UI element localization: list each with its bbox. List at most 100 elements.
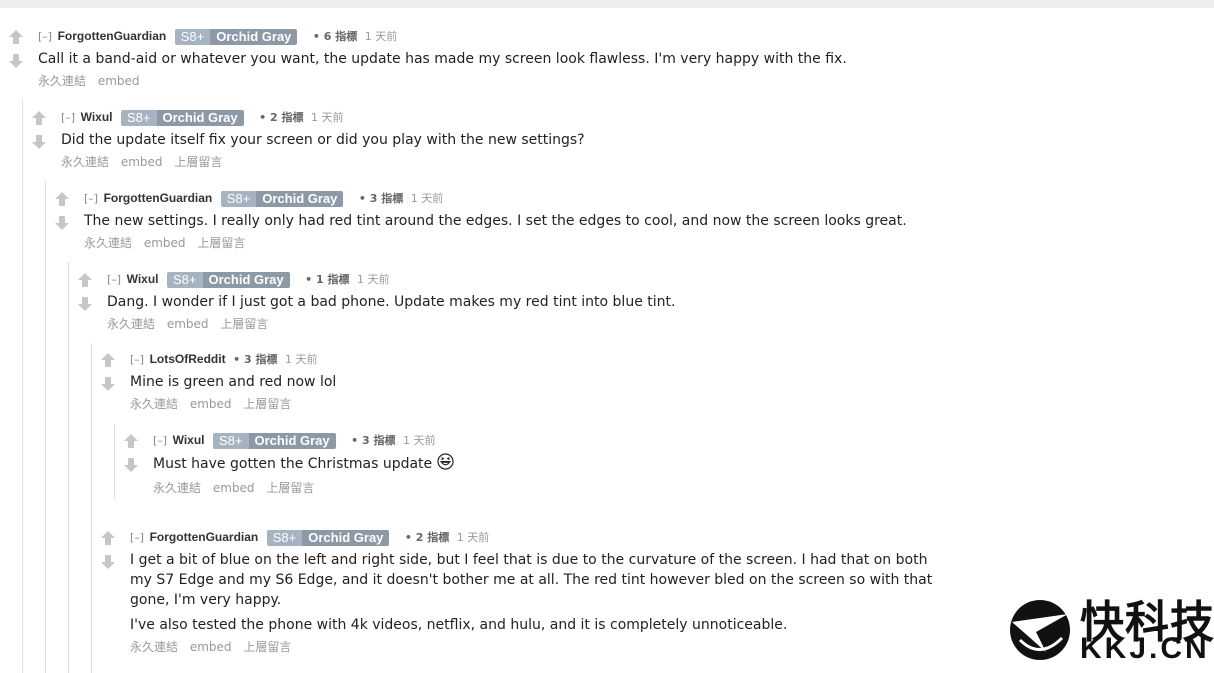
comment-text: I get a bit of blue on the left and righ… (130, 552, 933, 608)
comment-score: • 6 指標 (313, 30, 357, 43)
flair-color: Orchid Gray (248, 433, 336, 449)
permalink-link[interactable]: 永久連結 (130, 397, 178, 411)
downvote-arrow-icon[interactable] (31, 134, 47, 150)
thread-line (45, 181, 46, 673)
comment-body: The new settings. I really only had red … (84, 211, 944, 231)
comment-author[interactable]: LotsOfReddit (150, 352, 226, 366)
parent-link[interactable]: 上層留言 (266, 481, 314, 495)
user-flair: S8+ Orchid Gray (167, 272, 290, 288)
comment-actions: 永久連結 embed 上層留言 (130, 639, 952, 655)
score-unit: 指標 (427, 531, 450, 544)
user-flair: S8+ Orchid Gray (213, 433, 336, 449)
user-flair: S8+ Orchid Gray (121, 110, 244, 126)
flair-model: S8+ (213, 433, 249, 449)
comment-text: Call it a band-aid or whatever you want,… (38, 51, 847, 67)
comment-actions: 永久連結 embed 上層留言 (153, 480, 933, 496)
score-value: • 2 (404, 531, 424, 544)
collapse-toggle[interactable]: [–] (84, 192, 98, 205)
comment-author[interactable]: ForgottenGuardian (104, 191, 213, 205)
comment-score: • 1 指標 (305, 273, 349, 286)
score-unit: 指標 (255, 353, 278, 366)
user-flair: S8+ Orchid Gray (266, 530, 390, 546)
collapse-toggle[interactable]: [–] (130, 531, 144, 544)
embed-link[interactable]: embed (144, 236, 186, 250)
parent-link[interactable]: 上層留言 (243, 640, 291, 654)
downvote-arrow-icon[interactable] (8, 53, 24, 69)
comment-author[interactable]: ForgottenGuardian (58, 29, 167, 43)
score-unit: 指標 (281, 111, 304, 124)
parent-link[interactable]: 上層留言 (197, 236, 245, 250)
collapse-toggle[interactable]: [–] (153, 434, 167, 447)
embed-link[interactable]: embed (98, 74, 140, 88)
flair-model: S8+ (167, 272, 203, 288)
upvote-arrow-icon[interactable] (100, 352, 116, 368)
user-flair: S8+ Orchid Gray (174, 29, 298, 45)
comment-author[interactable]: Wixul (127, 272, 159, 286)
comment-tagline: [–] Wixul S8+ Orchid Gray • 2 指標 1 天前 (61, 108, 901, 126)
flair-color: Orchid Gray (202, 272, 290, 288)
embed-link[interactable]: embed (190, 640, 232, 654)
collapse-toggle[interactable]: [–] (61, 111, 75, 124)
comment-tagline: [–] ForgottenGuardian S8+ Orchid Gray • 3… (84, 189, 944, 207)
comment-text: Did the update itself fix your screen or… (61, 132, 585, 148)
upvote-arrow-icon[interactable] (31, 110, 47, 126)
thread-line (68, 262, 69, 673)
comment-body: I get a bit of blue on the left and righ… (130, 550, 952, 635)
comment-text: Mine is green and red now lol (130, 374, 337, 390)
comment-score: • 3 指標 (351, 434, 395, 447)
collapse-toggle[interactable]: [–] (130, 353, 144, 366)
comment-author[interactable]: Wixul (81, 110, 113, 124)
parent-link[interactable]: 上層留言 (243, 397, 291, 411)
flair-color: Orchid Gray (156, 110, 244, 126)
permalink-link[interactable]: 永久連結 (107, 317, 155, 331)
comment-text: Must have gotten the Christmas update (153, 453, 933, 476)
comment-author[interactable]: Wixul (173, 433, 205, 447)
comment-author[interactable]: ForgottenGuardian (150, 530, 259, 544)
thread-line (22, 100, 23, 673)
comment-actions: 永久連結 embed (38, 73, 898, 89)
score-unit: 指標 (381, 192, 404, 205)
downvote-arrow-icon[interactable] (54, 215, 70, 231)
downvote-arrow-icon[interactable] (100, 554, 116, 570)
comment-time: 1 天前 (403, 434, 436, 447)
embed-link[interactable]: embed (190, 397, 232, 411)
embed-link[interactable]: embed (213, 481, 255, 495)
upvote-arrow-icon[interactable] (100, 530, 116, 546)
kkj-swallow-logo-icon (1006, 596, 1074, 668)
embed-link[interactable]: embed (121, 155, 163, 169)
score-value: • 3 (351, 434, 370, 447)
comment-time: 1 天前 (364, 30, 398, 43)
downvote-arrow-icon[interactable] (77, 296, 93, 312)
permalink-link[interactable]: 永久連結 (38, 74, 86, 88)
score-value: • 1 (305, 273, 324, 286)
flair-model: S8+ (174, 29, 211, 45)
comment-actions: 永久連結 embed 上層留言 (84, 235, 944, 251)
permalink-link[interactable]: 永久連結 (130, 640, 178, 654)
parent-link[interactable]: 上層留言 (174, 155, 222, 169)
comment-time: 1 天前 (357, 273, 390, 286)
score-unit: 指標 (335, 30, 358, 43)
upvote-arrow-icon[interactable] (123, 433, 139, 449)
permalink-link[interactable]: 永久連結 (84, 236, 132, 250)
downvote-arrow-icon[interactable] (100, 376, 116, 392)
comment-tagline: [–] Wixul S8+ Orchid Gray • 3 指標 1 天前 (153, 431, 933, 449)
comment-actions: 永久連結 embed 上層留言 (61, 154, 901, 170)
embed-link[interactable]: embed (167, 317, 209, 331)
laughing-emoji-icon (437, 453, 454, 476)
collapse-toggle[interactable]: [–] (107, 273, 121, 286)
comment-score: • 3 指標 (233, 353, 277, 366)
upvote-arrow-icon[interactable] (54, 191, 70, 207)
permalink-link[interactable]: 永久連結 (61, 155, 109, 169)
upvote-arrow-icon[interactable] (77, 272, 93, 288)
downvote-arrow-icon[interactable] (123, 457, 139, 473)
score-unit: 指標 (373, 434, 396, 447)
parent-link[interactable]: 上層留言 (220, 317, 268, 331)
score-value: • 3 (233, 353, 252, 366)
comment-body: Dang. I wonder if I just got a bad phone… (107, 292, 927, 312)
permalink-link[interactable]: 永久連結 (153, 481, 201, 495)
comment-time: 1 天前 (311, 111, 344, 124)
upvote-arrow-icon[interactable] (8, 29, 24, 45)
collapse-toggle[interactable]: [–] (38, 30, 52, 43)
score-unit: 指標 (327, 273, 350, 286)
comment-score: • 2 指標 (259, 111, 303, 124)
